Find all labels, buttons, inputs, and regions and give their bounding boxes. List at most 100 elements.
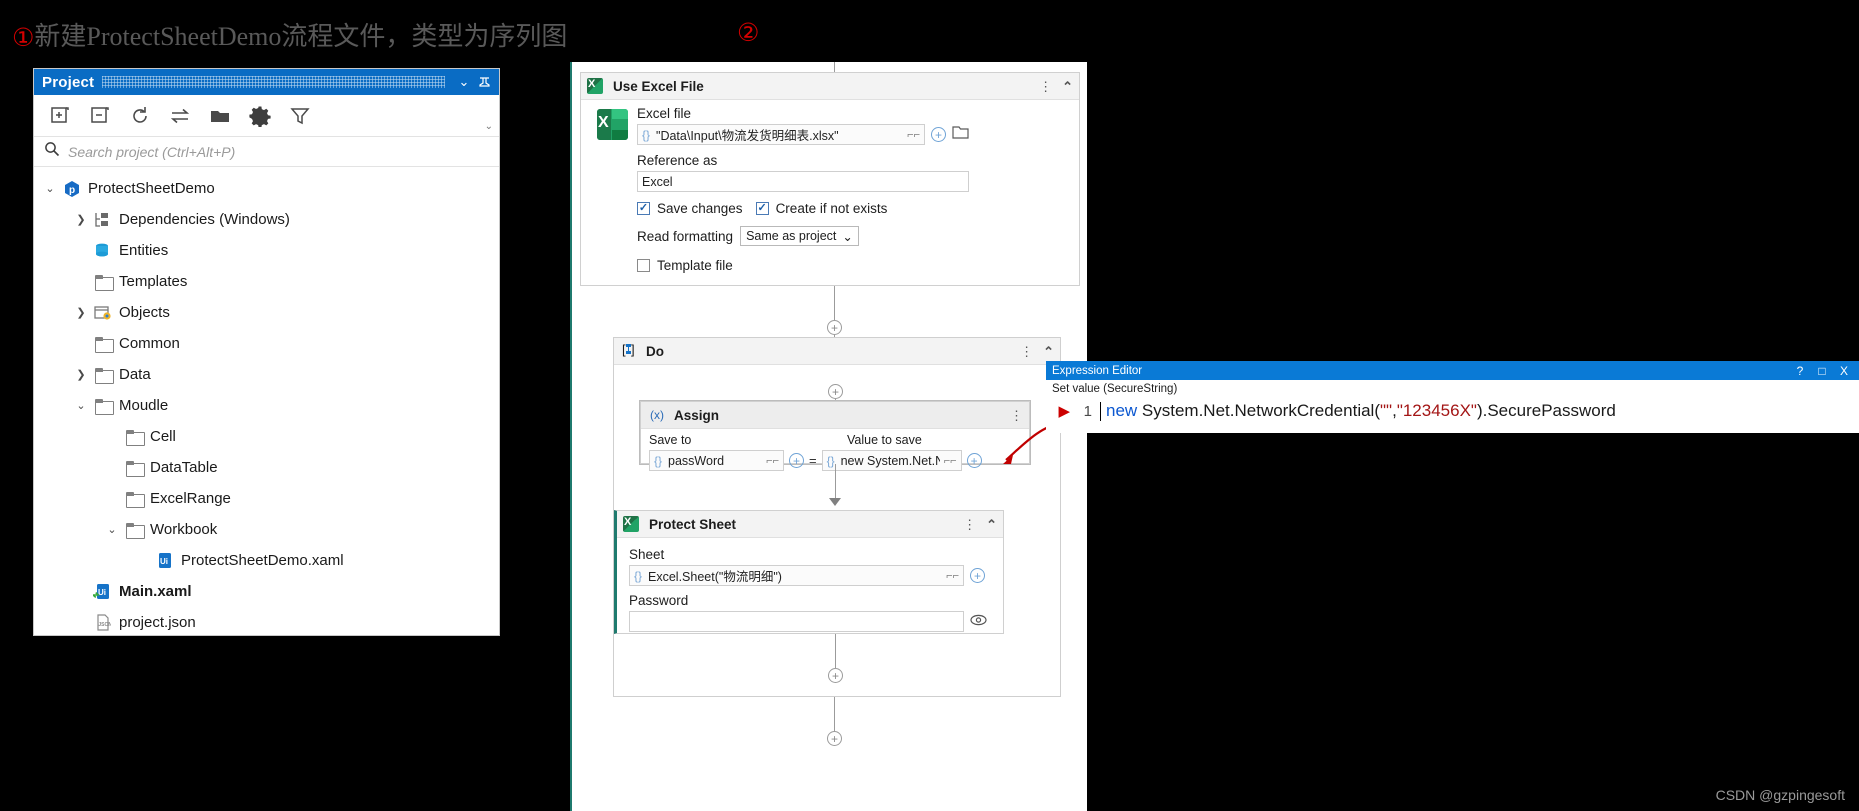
open-folder-icon[interactable] — [207, 103, 233, 129]
svg-text:]: ] — [631, 342, 635, 357]
password-label: Password — [629, 593, 689, 608]
protect-sheet-activity[interactable]: Protect Sheet ⋮ ⌃ Sheet {} Excel.Sheet("… — [614, 510, 1004, 634]
tree-item-entities[interactable]: Entities — [34, 235, 499, 266]
filter-icon[interactable] — [287, 103, 313, 129]
add-activity-icon-3[interactable]: + — [828, 668, 843, 683]
add-activity-icon-4[interactable]: + — [827, 731, 842, 746]
do-block[interactable]: [] Do ⋮ ⌃ + (x) Assign ⋮ Save to Value t… — [613, 337, 1061, 697]
code-part-2: ).SecurePassword — [1476, 401, 1616, 420]
search-row[interactable]: Search project (Ctrl+Alt+P) — [34, 137, 499, 167]
add-value-icon[interactable]: + — [931, 127, 946, 142]
assign-equals-sign: = — [809, 453, 817, 468]
open-expression-editor-icon[interactable]: + — [966, 453, 982, 468]
tree-item-label: Dependencies (Windows) — [119, 211, 290, 228]
tree-item-moudle[interactable]: ⌄ Moudle — [34, 390, 499, 421]
create-if-not-exists-label: Create if not exists — [775, 201, 888, 216]
tree-item-dependencies-windows[interactable]: ❯ Dependencies (Windows) — [34, 204, 499, 235]
sheet-input[interactable]: {} Excel.Sheet("物流明细") ⌐⌐ — [629, 565, 964, 586]
assign-header[interactable]: (x) Assign ⋮ — [641, 402, 1029, 429]
browse-folder-icon[interactable] — [952, 125, 969, 145]
chevron-right-icon[interactable]: ❯ — [71, 213, 91, 226]
tree-item-cell[interactable]: Cell — [34, 421, 499, 452]
save-to-input[interactable]: {} passWord ⌐⌐ — [649, 450, 784, 471]
chevron-right-icon[interactable]: ❯ — [71, 368, 91, 381]
template-file-checkbox[interactable] — [637, 259, 650, 272]
project-panel-title-bar: Project ⌄ — [34, 69, 499, 95]
tree-item-label: Moudle — [119, 397, 169, 414]
read-formatting-select[interactable]: Same as project ⌄ — [740, 226, 859, 246]
tree-item-label: Entities — [119, 242, 169, 259]
assign-activity[interactable]: (x) Assign ⋮ Save to Value to save {} pa… — [640, 401, 1030, 471]
code-keyword: new — [1106, 401, 1138, 420]
tree-item-main-xaml[interactable]: Ui Main.xaml — [34, 576, 499, 607]
expand-all-icon[interactable] — [47, 103, 73, 129]
expand-expression-icon[interactable]: ⌐⌐ — [907, 129, 920, 141]
collapse-icon[interactable]: ⌃ — [1043, 344, 1054, 360]
expression-code-text[interactable]: new System.Net.NetworkCredential("","123… — [1106, 401, 1616, 421]
tree-item-data[interactable]: ❯ Data — [34, 359, 499, 390]
refresh-icon[interactable] — [127, 103, 153, 129]
close-button[interactable]: X — [1833, 364, 1855, 378]
tree-item-label: Objects — [119, 304, 170, 321]
chevron-down-icon[interactable]: ⌄ — [71, 399, 91, 412]
sync-icon[interactable] — [167, 103, 193, 129]
use-excel-file-activity[interactable]: Use Excel File ⋮ ⌃ X Excel file {} "Data… — [580, 72, 1080, 286]
maximize-button[interactable]: □ — [1811, 364, 1833, 378]
tree-item-datatable[interactable]: DataTable — [34, 452, 499, 483]
tree-item-project-json[interactable]: JSON project.json — [34, 607, 499, 638]
help-button[interactable]: ? — [1789, 364, 1811, 378]
json-file-icon: JSON — [91, 614, 115, 631]
value-to-save-input[interactable]: {} new System.Net.Net ⌐⌐ — [821, 450, 962, 471]
protect-sheet-header[interactable]: Protect Sheet ⋮ ⌃ — [617, 511, 1003, 538]
tree-item-templates[interactable]: Templates — [34, 266, 499, 297]
chevron-down-icon[interactable]: ⌄ — [40, 182, 60, 195]
more-options-icon[interactable]: ⋮ — [963, 518, 976, 531]
sequence-icon: [] — [622, 341, 636, 362]
toolbar-overflow-icon[interactable]: ⌄ — [485, 121, 493, 132]
tree-item-protectsheetdemo[interactable]: ⌄ p ProtectSheetDemo — [34, 173, 499, 204]
collapse-icon[interactable]: ⌃ — [986, 517, 997, 533]
text-caret — [1100, 401, 1101, 421]
reference-as-label: Reference as — [637, 153, 718, 168]
folder-icon — [91, 398, 115, 415]
svg-text:[: [ — [622, 342, 626, 357]
tree-item-label: Main.xaml — [119, 583, 192, 600]
excel-file-input[interactable]: {} "Data\Input\物流发货明细表.xlsx" ⌐⌐ — [637, 124, 925, 145]
password-input[interactable] — [629, 611, 964, 632]
add-activity-icon-2[interactable]: + — [828, 384, 843, 399]
tree-item-workbook[interactable]: ⌄ Workbook — [34, 514, 499, 545]
expression-code-row[interactable]: ▶ 1 new System.Net.NetworkCredential("",… — [1046, 397, 1859, 425]
tree-item-excelrange[interactable]: ExcelRange — [34, 483, 499, 514]
search-input[interactable]: Search project (Ctrl+Alt+P) — [68, 144, 235, 160]
add-value-icon[interactable]: + — [970, 568, 985, 583]
save-to-label: Save to — [649, 433, 692, 447]
more-options-icon[interactable]: ⋮ — [1010, 409, 1023, 422]
add-activity-icon-1[interactable]: + — [827, 320, 842, 335]
create-if-not-exists-checkbox[interactable] — [755, 202, 769, 215]
reference-as-input[interactable]: Excel — [637, 171, 969, 192]
tree-item-common[interactable]: Common — [34, 328, 499, 359]
expand-expression-icon[interactable]: ⌐⌐ — [766, 455, 779, 467]
chevron-down-icon[interactable]: ⌄ — [455, 73, 473, 91]
expand-expression-icon[interactable]: ⌐⌐ — [946, 570, 959, 582]
pin-icon[interactable] — [475, 73, 493, 91]
settings-gear-icon[interactable] — [247, 103, 273, 129]
excel-file-label: Excel file — [637, 106, 692, 121]
eye-icon[interactable] — [970, 613, 987, 631]
save-changes-checkbox[interactable] — [637, 202, 650, 215]
chevron-down-icon[interactable]: ⌄ — [102, 523, 122, 536]
use-excel-file-header[interactable]: Use Excel File ⋮ ⌃ — [581, 73, 1079, 100]
tree-item-objects[interactable]: ❯ Objects — [34, 297, 499, 328]
more-options-icon[interactable]: ⋮ — [1039, 80, 1052, 93]
save-changes-label: Save changes — [657, 201, 743, 216]
do-header[interactable]: [] Do ⋮ ⌃ — [614, 338, 1060, 365]
add-value-icon[interactable]: + — [789, 453, 804, 468]
collapse-icon[interactable]: ⌃ — [1062, 79, 1073, 95]
more-options-icon[interactable]: ⋮ — [1020, 345, 1033, 358]
collapse-all-icon[interactable] — [87, 103, 113, 129]
tree-item-protectsheetdemo-xaml[interactable]: Ui ProtectSheetDemo.xaml — [34, 545, 499, 576]
expand-expression-icon[interactable]: ⌐⌐ — [944, 455, 957, 467]
folder-icon — [122, 491, 146, 508]
xaml-main-file-icon: Ui — [91, 583, 115, 600]
chevron-right-icon[interactable]: ❯ — [71, 306, 91, 319]
